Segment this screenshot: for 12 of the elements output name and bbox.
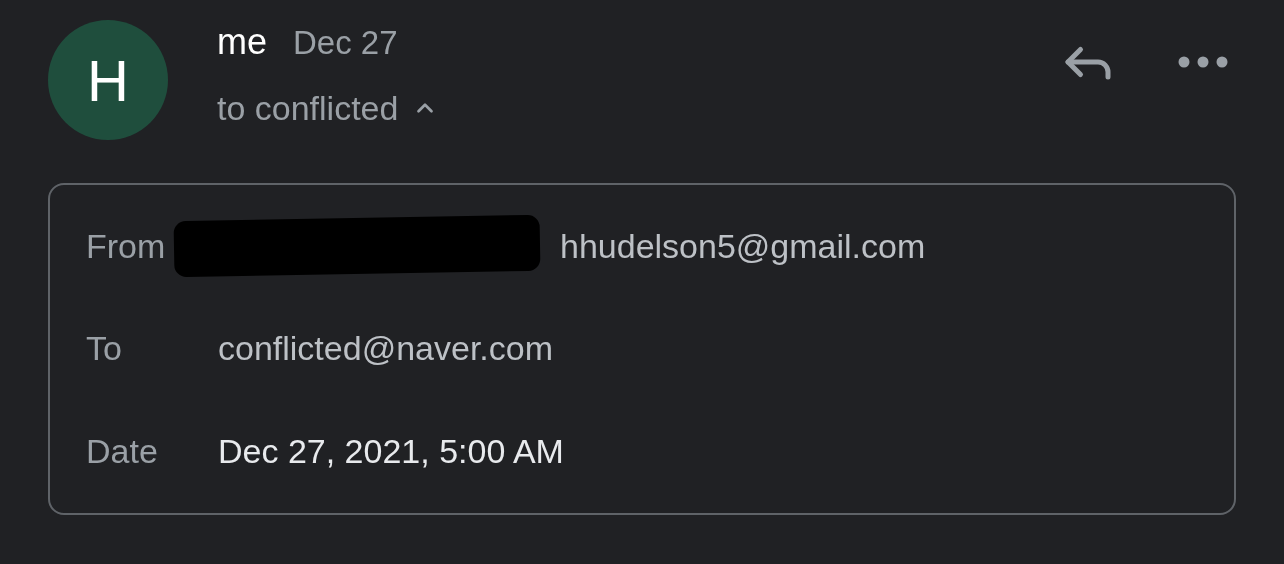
detail-value: hhudelson5@gmail.com bbox=[560, 225, 926, 267]
message-date: Dec 27 bbox=[293, 23, 398, 63]
more-button[interactable] bbox=[1178, 56, 1228, 68]
detail-value: Dec 27, 2021, 5:00 AM bbox=[218, 431, 564, 473]
detail-label: Date bbox=[86, 431, 159, 473]
recipient-toggle[interactable]: to conflicted bbox=[217, 86, 439, 130]
sender-name: me bbox=[217, 20, 267, 64]
detail-value: conflicted@naver.com bbox=[218, 328, 553, 370]
detail-label: To bbox=[86, 328, 123, 370]
more-icon bbox=[1178, 56, 1228, 68]
avatar: H bbox=[48, 20, 168, 140]
detail-label: From bbox=[86, 225, 167, 267]
